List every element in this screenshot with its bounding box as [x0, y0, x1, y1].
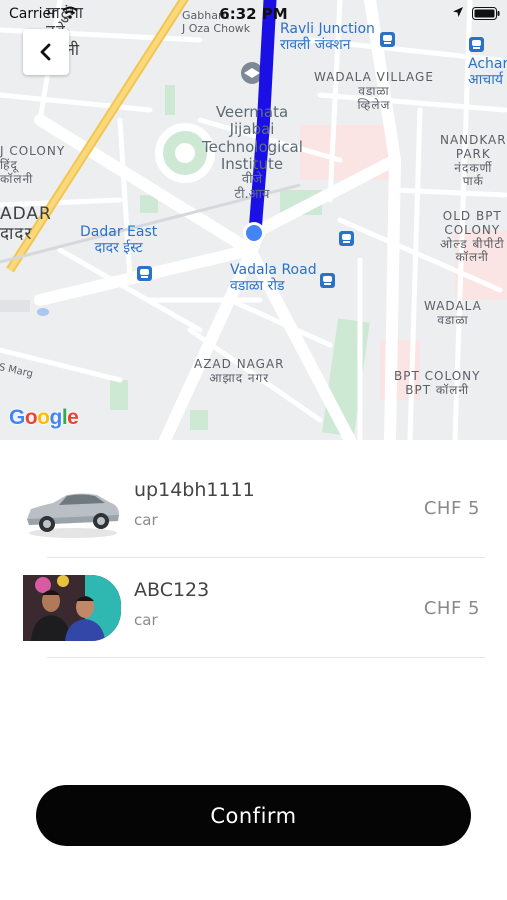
vehicle-option[interactable]: up14bh1111 car CHF 5	[0, 460, 507, 560]
train-station-icon	[469, 37, 484, 52]
map-label-wadala: WADALA वडाळा	[424, 299, 482, 327]
map-label-wadala-village: WADALA VILLAGE वडाळा व्हिलेज	[314, 70, 434, 112]
car-photo	[23, 475, 121, 541]
map-label-dadar: ADAR दादर	[0, 204, 52, 244]
chevron-left-icon	[40, 43, 51, 61]
train-station-icon	[380, 32, 395, 47]
map-label-dadar-east: Dadar East दादर ईस्ट	[80, 224, 158, 257]
map-label-azad-nagar: AZAD NAGAR आझाद नगर	[194, 357, 285, 385]
location-arrow-icon	[453, 7, 463, 17]
vehicle-type: car	[134, 511, 158, 529]
divider	[47, 557, 485, 558]
map-label-old-bpt-colony: OLD BPT COLONY ओल्ड बीपीटी कॉलनी	[440, 209, 505, 265]
map-label-colony: J COLONY हिंदू कॉलनी	[0, 144, 66, 186]
map-label-bpt-colony: BPT COLONY BPT कॉलनी	[394, 369, 481, 397]
train-station-icon	[137, 266, 152, 281]
vehicle-image	[23, 475, 121, 541]
train-station-icon	[339, 231, 354, 246]
google-logo: Google	[9, 406, 79, 429]
confirm-button[interactable]: Confirm	[36, 785, 471, 846]
vehicle-name: up14bh1111	[134, 479, 255, 501]
map-label-achar: Achar आचार्य	[468, 56, 507, 89]
map-label-nandkar-park: NANDKAR PARK नंदकर्णी पार्क	[440, 133, 507, 189]
vehicle-type: car	[134, 611, 158, 629]
vehicle-price: CHF 5	[423, 598, 480, 619]
vehicle-image	[23, 575, 121, 641]
map-label-vadala-road: Vadala Road वडाळा रोड	[230, 262, 317, 295]
divider	[47, 657, 485, 658]
train-station-icon	[320, 273, 335, 288]
map-label-vjti: Veermata Jijabai Technological Institute…	[202, 103, 303, 202]
vehicle-price: CHF 5	[423, 498, 480, 519]
vehicle-name: ABC123	[134, 579, 210, 601]
people-photo	[23, 575, 121, 641]
battery-icon	[472, 7, 500, 20]
back-button[interactable]	[23, 29, 69, 75]
status-bar: Carrier 6:32 PM	[0, 0, 507, 28]
vehicle-option[interactable]: ABC123 car CHF 5	[0, 560, 507, 660]
clock: 6:32 PM	[219, 5, 288, 23]
map-view[interactable]: माटुंगा नवे नी Gabharu J Oza Chowk Ravli…	[0, 0, 507, 440]
